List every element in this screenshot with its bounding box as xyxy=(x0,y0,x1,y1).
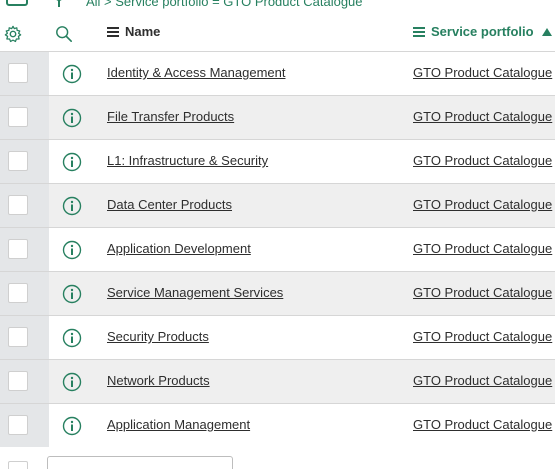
row-name-link[interactable]: Network Products xyxy=(107,373,210,388)
breadcrumb[interactable]: All > Service portfolio = GTO Product Ca… xyxy=(86,0,363,9)
info-icon[interactable] xyxy=(62,152,82,172)
row-select-cell xyxy=(0,316,49,359)
info-icon[interactable] xyxy=(62,416,82,436)
info-icon[interactable] xyxy=(62,196,82,216)
sort-ascending-icon[interactable] xyxy=(541,27,552,36)
row-checkbox[interactable] xyxy=(8,415,28,435)
row-checkbox[interactable] xyxy=(8,283,28,303)
column-header-service-portfolio[interactable]: Service portfolio xyxy=(413,24,552,39)
info-icon[interactable] xyxy=(62,108,82,128)
chat-icon[interactable] xyxy=(6,0,28,6)
row-select-cell xyxy=(0,52,49,95)
column-header-portfolio-label: Service portfolio xyxy=(431,24,534,39)
row-portfolio-link[interactable]: GTO Product Catalogue xyxy=(413,153,552,168)
column-header-name[interactable]: Name xyxy=(107,24,160,39)
list-header: Name Service portfolio xyxy=(0,15,555,51)
list-body: Identity & Access Management GTO Product … xyxy=(0,51,555,447)
actions-dropdown[interactable] xyxy=(47,456,233,469)
row-select-cell xyxy=(0,272,49,315)
table-row: L1: Infrastructure & Security GTO Product… xyxy=(0,139,555,183)
row-select-cell xyxy=(0,228,49,271)
table-row: Identity & Access Management GTO Product … xyxy=(0,51,555,95)
info-icon[interactable] xyxy=(62,240,82,260)
row-portfolio-link[interactable]: GTO Product Catalogue xyxy=(413,373,552,388)
column-header-name-label: Name xyxy=(125,24,161,39)
gear-icon[interactable] xyxy=(4,25,22,43)
column-menu-icon[interactable] xyxy=(107,26,119,37)
row-checkbox[interactable] xyxy=(8,195,28,215)
table-row: Application Management GTO Product Catalo… xyxy=(0,403,555,447)
row-checkbox[interactable] xyxy=(8,371,28,391)
row-select-cell xyxy=(0,184,49,227)
row-checkbox[interactable] xyxy=(8,107,28,127)
table-row: Security Products GTO Product Catalogue xyxy=(0,315,555,359)
row-portfolio-link[interactable]: GTO Product Catalogue xyxy=(413,197,552,212)
table-row: File Transfer Products GTO Product Catalo… xyxy=(0,95,555,139)
info-icon[interactable] xyxy=(62,284,82,304)
row-name-link[interactable]: L1: Infrastructure & Security xyxy=(107,153,268,168)
row-name-link[interactable]: File Transfer Products xyxy=(107,109,234,124)
row-portfolio-link[interactable]: GTO Product Catalogue xyxy=(413,241,552,256)
row-select-cell xyxy=(0,360,49,403)
row-name-link[interactable]: Security Products xyxy=(107,329,209,344)
row-select-cell xyxy=(0,140,49,183)
list-footer xyxy=(0,447,555,469)
row-checkbox[interactable] xyxy=(8,327,28,347)
row-portfolio-link[interactable]: GTO Product Catalogue xyxy=(413,65,552,80)
row-select-cell xyxy=(0,404,49,447)
info-icon[interactable] xyxy=(62,328,82,348)
row-checkbox[interactable] xyxy=(8,239,28,259)
info-icon[interactable] xyxy=(62,372,82,392)
row-name-link[interactable]: Identity & Access Management xyxy=(107,65,285,80)
filter-pin-icon[interactable] xyxy=(54,0,64,8)
select-all-checkbox[interactable] xyxy=(8,461,28,469)
top-bar: All > Service portfolio = GTO Product Ca… xyxy=(0,0,555,12)
row-name-link[interactable]: Service Management Services xyxy=(107,285,283,300)
search-icon[interactable] xyxy=(55,25,73,43)
row-name-link[interactable]: Application Development xyxy=(107,241,251,256)
row-select-cell xyxy=(0,96,49,139)
row-portfolio-link[interactable]: GTO Product Catalogue xyxy=(413,109,552,124)
row-portfolio-link[interactable]: GTO Product Catalogue xyxy=(413,417,552,432)
row-checkbox[interactable] xyxy=(8,63,28,83)
row-name-link[interactable]: Data Center Products xyxy=(107,197,232,212)
table-row: Network Products GTO Product Catalogue xyxy=(0,359,555,403)
table-row: Application Development GTO Product Catal… xyxy=(0,227,555,271)
row-portfolio-link[interactable]: GTO Product Catalogue xyxy=(413,285,552,300)
row-name-link[interactable]: Application Management xyxy=(107,417,250,432)
column-menu-icon[interactable] xyxy=(413,26,425,37)
row-checkbox[interactable] xyxy=(8,151,28,171)
table-row: Service Management Services GTO Product C… xyxy=(0,271,555,315)
info-icon[interactable] xyxy=(62,64,82,84)
row-portfolio-link[interactable]: GTO Product Catalogue xyxy=(413,329,552,344)
table-row: Data Center Products GTO Product Catalogu… xyxy=(0,183,555,227)
